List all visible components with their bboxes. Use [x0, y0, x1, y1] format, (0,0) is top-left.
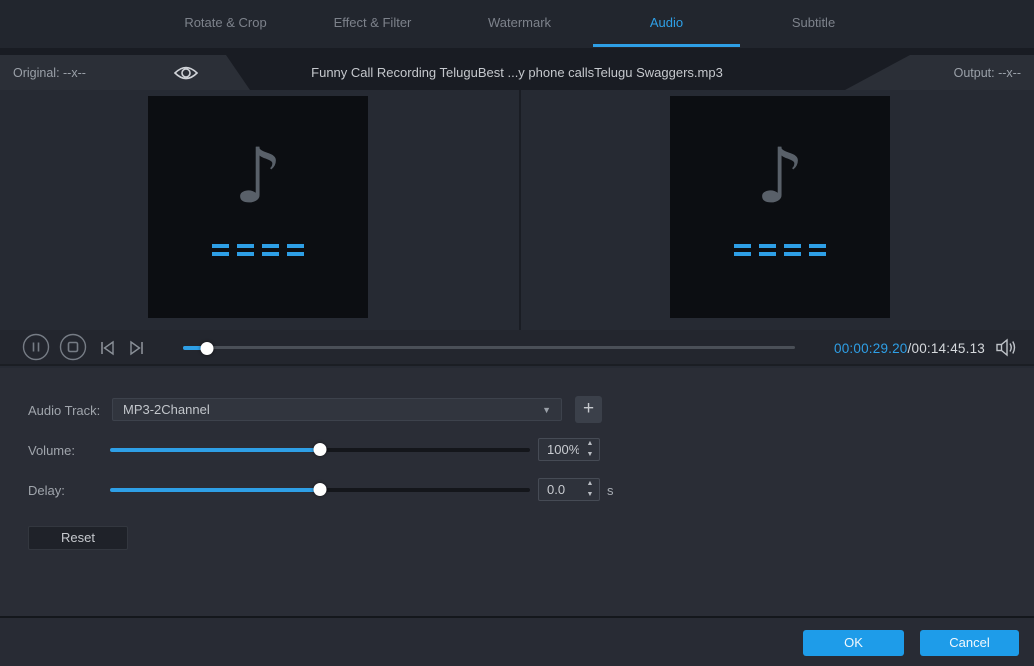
tab-effect-filter[interactable]: Effect & Filter: [299, 0, 446, 48]
audio-settings-panel: Audio Track: MP3-2Channel ▼ + Volume: ▲ …: [0, 368, 1034, 616]
audio-track-select[interactable]: MP3-2Channel ▼: [112, 398, 562, 421]
volume-spin-down-button[interactable]: ▼: [581, 450, 599, 461]
reset-button[interactable]: Reset: [28, 526, 128, 550]
delay-slider[interactable]: [110, 483, 530, 496]
cancel-button[interactable]: Cancel: [920, 630, 1019, 656]
progress-thumb[interactable]: [200, 341, 214, 355]
tab-rotate-crop[interactable]: Rotate & Crop: [152, 0, 299, 48]
chevron-down-icon: ▼: [542, 404, 551, 415]
ok-button[interactable]: OK: [803, 630, 904, 656]
preview-header: Original: --x-- Funny Call Recording Tel…: [0, 48, 1034, 90]
next-frame-icon: [130, 340, 143, 356]
volume-thumb[interactable]: [313, 443, 327, 456]
delay-input[interactable]: [539, 479, 581, 500]
stop-icon: [59, 333, 87, 361]
audio-track-label: Audio Track:: [28, 403, 101, 418]
equalizer-icon: [734, 244, 826, 256]
current-time: 00:00:29.20: [834, 340, 908, 356]
delay-unit-label: s: [607, 483, 614, 498]
time-display: 00:00:29.20/00:14:45.13: [834, 330, 985, 366]
preview-divider: [519, 90, 521, 330]
music-note-icon: ♪: [755, 131, 805, 220]
equalizer-icon: [212, 244, 304, 256]
previous-frame-icon: [101, 340, 114, 356]
audio-edit-window: Rotate & Crop Effect & Filter Watermark …: [0, 0, 1034, 666]
total-time: /00:14:45.13: [907, 340, 985, 356]
tab-watermark[interactable]: Watermark: [446, 0, 593, 48]
pause-icon: [22, 333, 50, 361]
tab-audio[interactable]: Audio: [593, 0, 740, 48]
playback-bar: 00:00:29.20/00:14:45.13: [0, 330, 1034, 366]
output-preview: ♪: [670, 96, 890, 318]
tab-subtitle[interactable]: Subtitle: [740, 0, 887, 48]
preview-area: ♪ ♪: [0, 90, 1034, 330]
volume-input[interactable]: [539, 439, 581, 460]
tab-bar: Rotate & Crop Effect & Filter Watermark …: [0, 0, 1034, 49]
speaker-icon[interactable]: [995, 338, 1017, 357]
delay-spinbox: ▲ ▼: [538, 478, 600, 501]
footer-bar: OK Cancel: [0, 616, 1034, 666]
eye-icon[interactable]: [173, 64, 199, 82]
volume-spin-up-button[interactable]: ▲: [581, 439, 599, 450]
volume-fill: [110, 448, 320, 452]
previous-frame-button[interactable]: [100, 340, 116, 356]
progress-track[interactable]: [183, 346, 795, 349]
stop-button[interactable]: [59, 333, 87, 361]
next-frame-button[interactable]: [128, 340, 144, 356]
add-audio-track-button[interactable]: +: [575, 396, 602, 423]
output-resolution-label: Output: --x--: [953, 65, 1021, 80]
delay-spin-down-button[interactable]: ▼: [581, 490, 599, 501]
volume-spinbox: ▲ ▼: [538, 438, 600, 461]
progress-slider[interactable]: [183, 341, 795, 355]
delay-spin-up-button[interactable]: ▲: [581, 479, 599, 490]
original-preview: ♪: [148, 96, 368, 318]
pause-button[interactable]: [22, 333, 50, 361]
delay-fill: [110, 488, 320, 492]
delay-thumb[interactable]: [313, 483, 327, 496]
audio-track-value: MP3-2Channel: [123, 402, 210, 417]
music-note-icon: ♪: [233, 131, 283, 220]
volume-label: Volume:: [28, 443, 75, 458]
volume-slider[interactable]: [110, 443, 530, 456]
delay-label: Delay:: [28, 483, 65, 498]
file-name: Funny Call Recording TeluguBest ...y pho…: [311, 65, 723, 80]
